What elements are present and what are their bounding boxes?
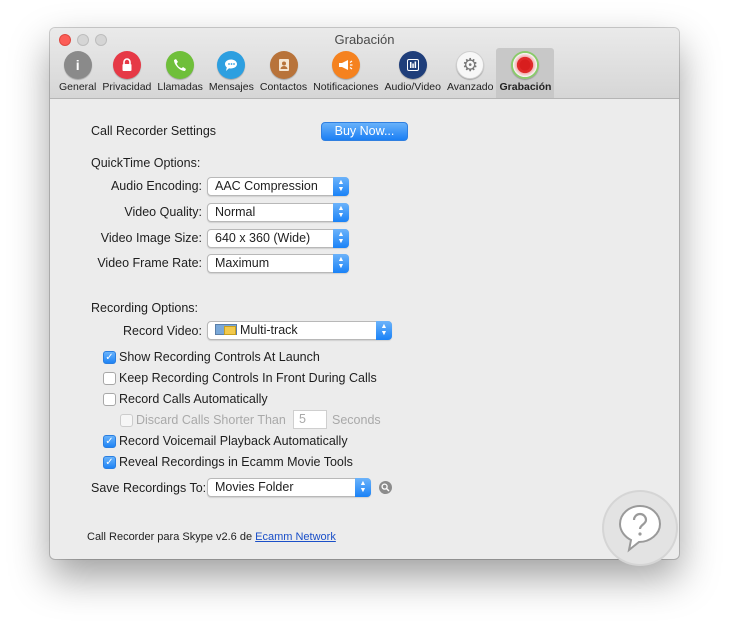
show-recording-controls-checkbox[interactable]: ✓ [103, 351, 116, 364]
record-calls-automatically-checkbox[interactable] [103, 393, 116, 406]
audio-encoding-value: AAC Compression [215, 179, 318, 193]
record-video-value: Multi-track [240, 323, 298, 337]
popup-arrows-icon: ▲ ▼ [333, 203, 349, 222]
tab-label: Audio/Video [384, 81, 441, 93]
save-recordings-value: Movies Folder [215, 480, 294, 494]
audio-encoding-label: Audio Encoding: [110, 179, 202, 193]
address-book-icon [269, 51, 298, 79]
save-recordings-popup[interactable]: Movies Folder ▲ ▼ [207, 478, 371, 497]
gear-icon: ⚙ [456, 51, 485, 79]
video-quality-popup[interactable]: Normal ▲ ▼ [207, 203, 349, 222]
tab-label: Avanzado [446, 81, 494, 93]
toolbar: Grabación i General Privacidad Llamadas [50, 28, 679, 99]
equalizer-icon [398, 51, 427, 79]
video-frame-rate-label: Video Frame Rate: [97, 256, 202, 270]
phone-icon [166, 51, 195, 79]
save-recordings-label: Save Recordings To: [91, 481, 207, 495]
info-icon: i [63, 51, 92, 79]
video-frame-rate-popup[interactable]: Maximum ▲ ▼ [207, 254, 349, 273]
lock-icon [112, 51, 141, 79]
tab-label: General [59, 81, 97, 93]
keep-controls-in-front-checkbox[interactable] [103, 372, 116, 385]
megaphone-icon [331, 51, 360, 79]
video-image-size-value: 640 x 360 (Wide) [215, 231, 311, 245]
record-voicemail-label: Record Voicemail Playback Automatically [119, 434, 348, 448]
multitrack-icon [215, 324, 237, 335]
popup-arrows-icon: ▲ ▼ [376, 321, 392, 340]
tab-llamadas[interactable]: Llamadas [154, 48, 206, 98]
preferences-tabbar: i General Privacidad Llamadas Mensajes C… [56, 48, 555, 98]
tab-label: Llamadas [157, 81, 203, 93]
tab-label: Contactos [259, 81, 308, 93]
window-title: Grabación [334, 32, 395, 47]
tab-label: Notificaciones [313, 81, 379, 93]
reveal-folder-magnifier-icon[interactable] [379, 481, 392, 494]
grabacion-pane: Call Recorder Settings Buy Now... QuickT… [50, 100, 679, 559]
recording-options-header: Recording Options: [91, 301, 199, 315]
audio-encoding-popup[interactable]: AAC Compression ▲ ▼ [207, 177, 349, 196]
discard-short-calls-label: Discard Calls Shorter Than [136, 413, 286, 427]
version-text: Call Recorder para Skype v2.6 de [87, 531, 256, 543]
tab-avanzado[interactable]: ⚙ Avanzado [444, 48, 497, 98]
preferences-window: Grabación i General Privacidad Llamadas [50, 28, 679, 559]
popup-arrows-icon: ▲ ▼ [333, 177, 349, 196]
show-recording-controls-label: Show Recording Controls At Launch [119, 350, 320, 364]
seconds-label: Seconds [332, 413, 381, 427]
video-quality-value: Normal [215, 205, 256, 219]
tab-general[interactable]: i General [56, 48, 99, 98]
call-recorder-settings-label: Call Recorder Settings [91, 124, 217, 138]
discard-short-calls-checkbox[interactable] [120, 414, 133, 427]
video-frame-rate-value: Maximum [215, 256, 270, 270]
tab-privacidad[interactable]: Privacidad [99, 48, 154, 98]
discard-seconds-field[interactable]: 5 [293, 410, 327, 429]
tab-label: Mensajes [208, 81, 254, 93]
tab-notificaciones[interactable]: Notificaciones [310, 48, 381, 98]
watermark-logo [604, 492, 676, 564]
tab-audio-video[interactable]: Audio/Video [382, 48, 444, 98]
popup-arrows-icon: ▲ ▼ [355, 478, 371, 497]
version-footer: Call Recorder para Skype v2.6 de Ecamm N… [87, 531, 336, 543]
video-image-size-popup[interactable]: 640 x 360 (Wide) ▲ ▼ [207, 229, 349, 248]
quicktime-options-header: QuickTime Options: [91, 156, 201, 170]
video-image-size-label: Video Image Size: [100, 231, 202, 245]
record-video-popup[interactable]: Multi-track ▲ ▼ [207, 321, 392, 340]
keep-controls-in-front-label: Keep Recording Controls In Front During … [119, 371, 377, 385]
tab-label: Privacidad [102, 81, 152, 93]
ecamm-network-link[interactable]: Ecamm Network [255, 531, 336, 543]
record-calls-automatically-label: Record Calls Automatically [119, 392, 268, 406]
tab-grabacion[interactable]: Grabación [496, 48, 555, 98]
chat-bubble-icon [217, 51, 246, 79]
tab-mensajes[interactable]: Mensajes [206, 48, 257, 98]
video-quality-label: Video Quality: [124, 205, 202, 219]
tab-label: Grabación [499, 81, 552, 93]
reveal-recordings-label: Reveal Recordings in Ecamm Movie Tools [119, 455, 353, 469]
tab-contactos[interactable]: Contactos [257, 48, 310, 98]
record-video-label: Record Video: [123, 324, 202, 338]
buy-now-button[interactable]: Buy Now... [321, 122, 408, 141]
popup-arrows-icon: ▲ ▼ [333, 229, 349, 248]
record-voicemail-checkbox[interactable]: ✓ [103, 435, 116, 448]
reveal-recordings-checkbox[interactable]: ✓ [103, 456, 116, 469]
popup-arrows-icon: ▲ ▼ [333, 254, 349, 273]
record-icon [511, 51, 540, 79]
